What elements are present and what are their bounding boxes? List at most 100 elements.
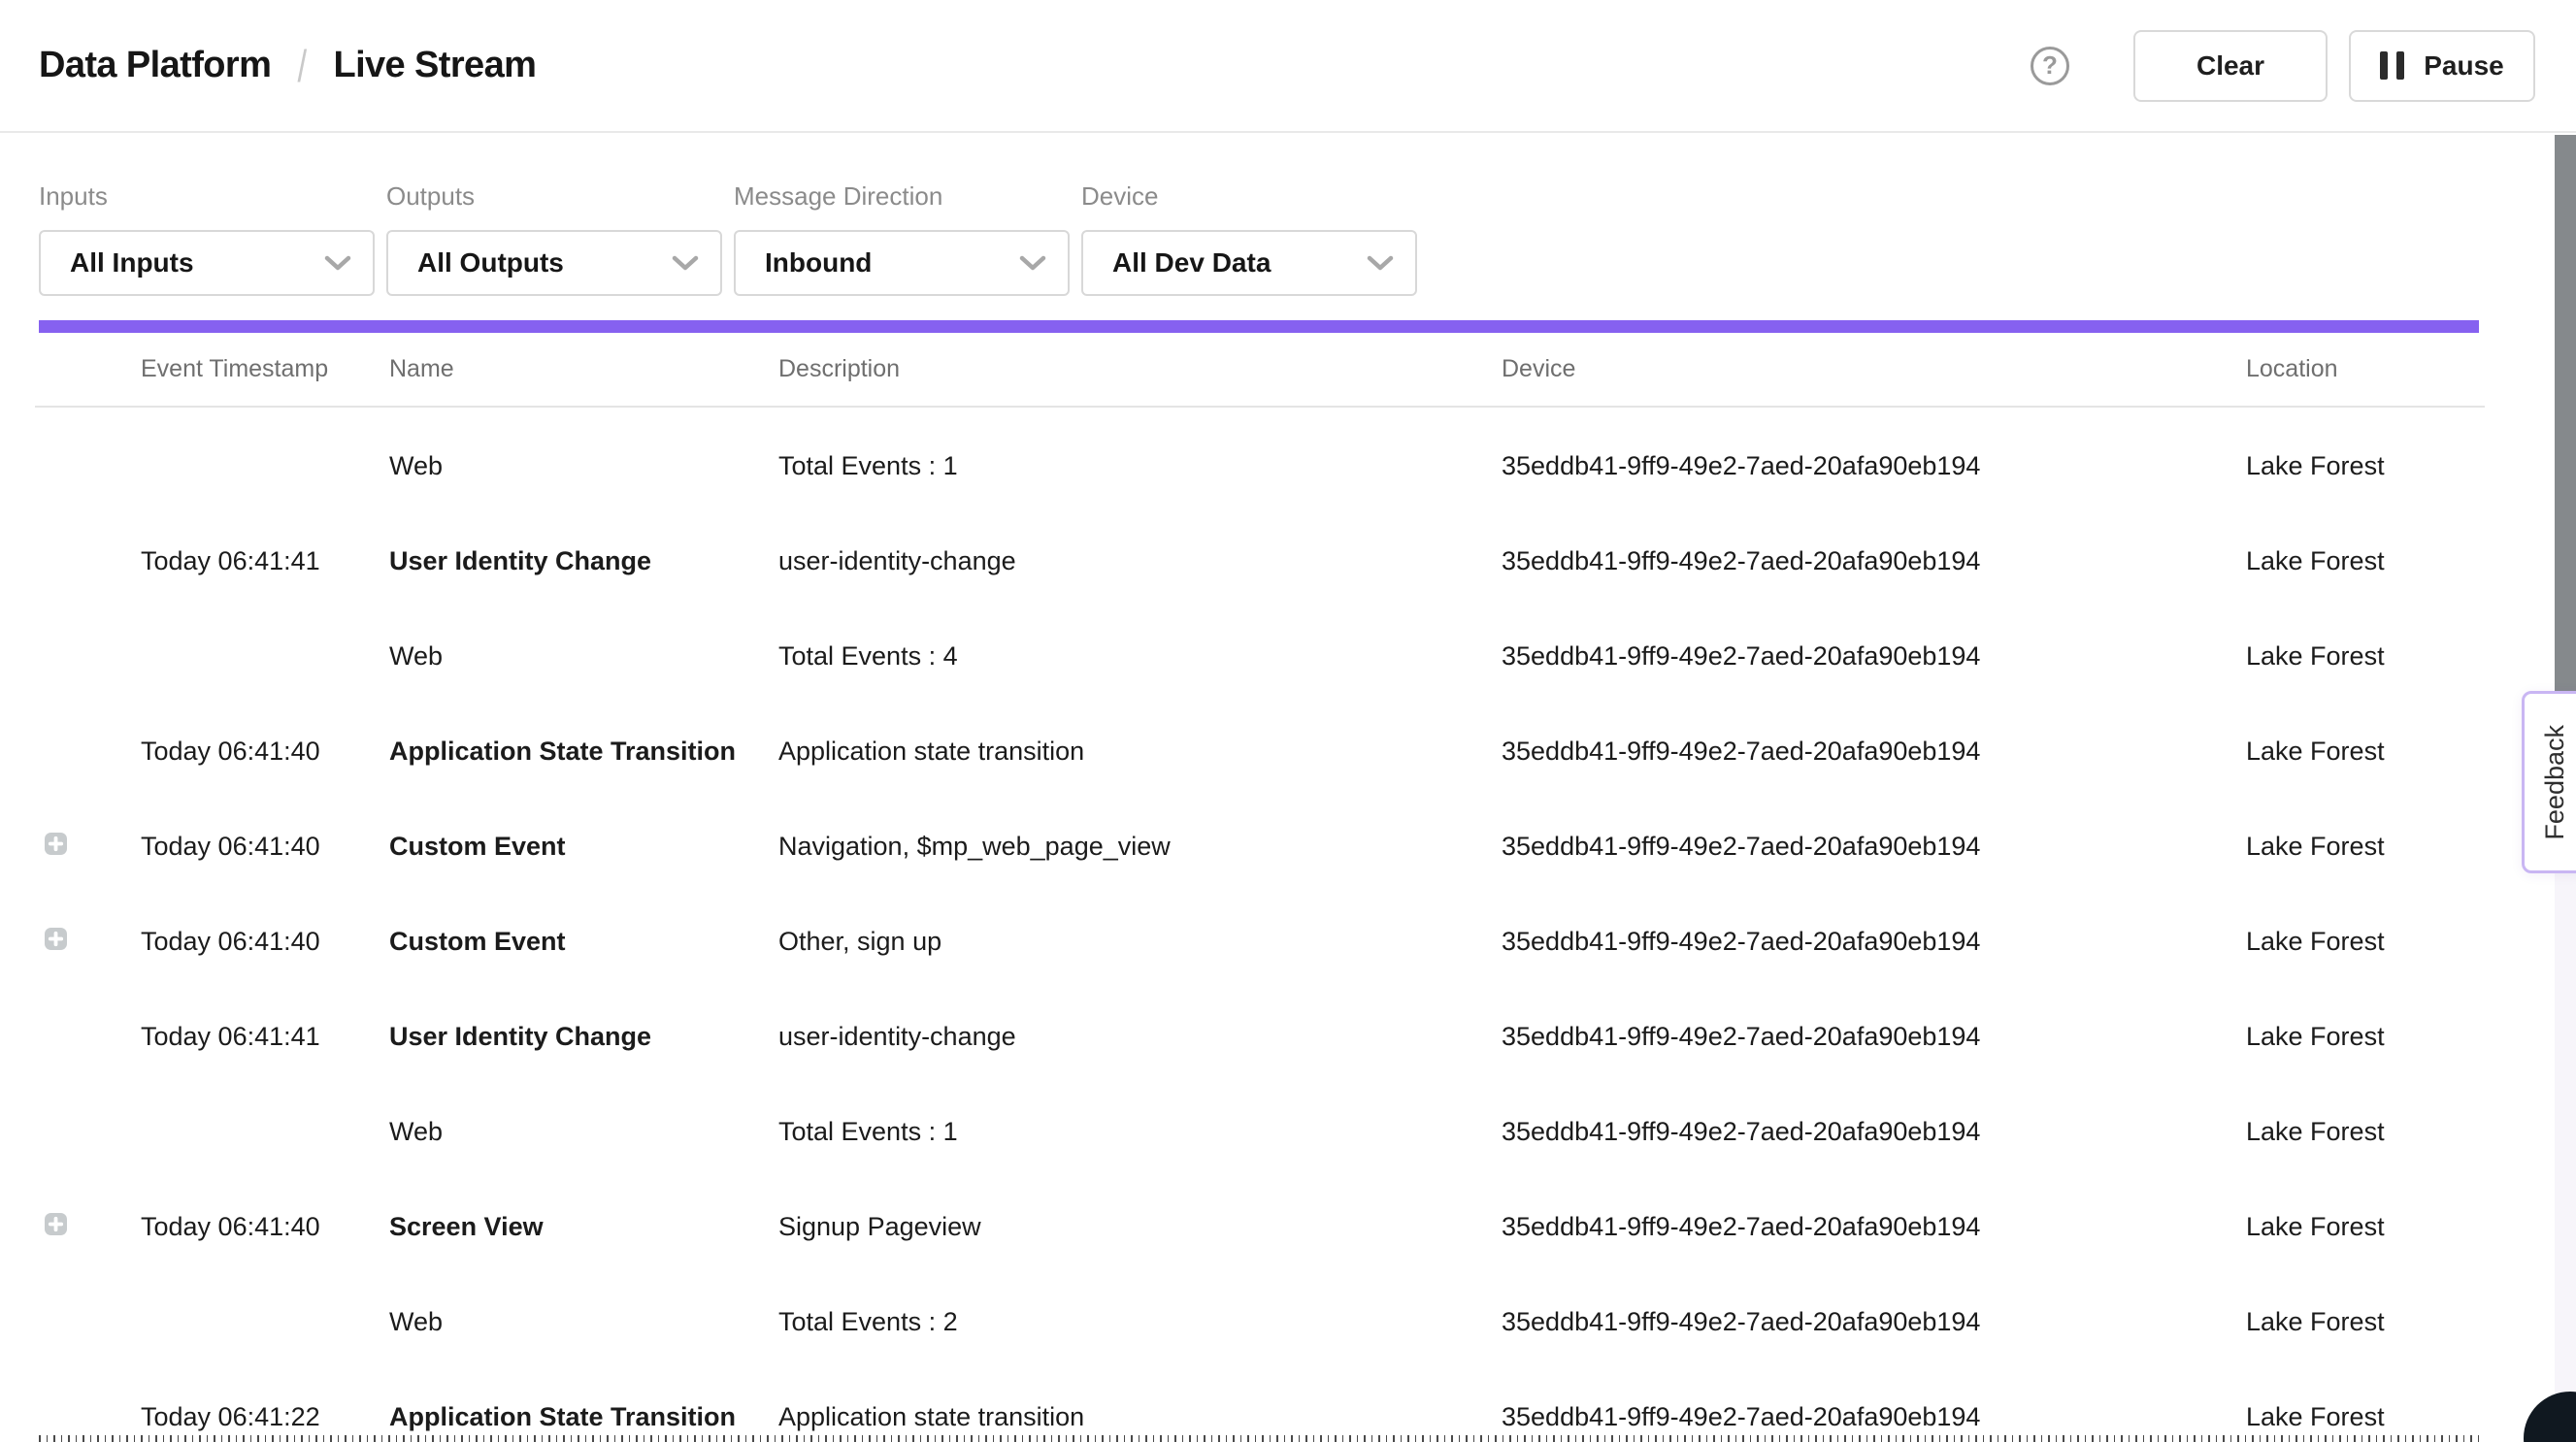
cell-location: Lake Forest — [2246, 451, 2485, 481]
location-column-header: Location — [2246, 355, 2485, 383]
cell-device: 35eddb41-9ff9-49e2-7aed-20afa90eb194 — [1502, 1307, 2246, 1337]
outputs-filter-value: All Outputs — [417, 247, 564, 279]
plus-icon — [45, 833, 67, 855]
cell-description: Other, sign up — [778, 927, 1502, 957]
stream-progress-bar — [39, 320, 2479, 333]
table-row[interactable]: Today 06:41:41User Identity Changeuser-i… — [35, 513, 2485, 608]
event-table-body: WebTotal Events : 135eddb41-9ff9-49e2-7a… — [35, 408, 2485, 1442]
table-row[interactable]: Today 06:41:41User Identity Changeuser-i… — [35, 989, 2485, 1084]
cell-device: 35eddb41-9ff9-49e2-7aed-20afa90eb194 — [1502, 1212, 2246, 1242]
inputs-filter-label: Inputs — [39, 181, 375, 212]
chevron-down-icon — [1019, 255, 1046, 272]
message-direction-filter-label: Message Direction — [734, 181, 1070, 212]
table-row[interactable]: WebTotal Events : 135eddb41-9ff9-49e2-7a… — [35, 1084, 2485, 1179]
cell-location: Lake Forest — [2246, 1117, 2485, 1147]
outputs-filter-dropdown[interactable]: All Outputs — [386, 230, 722, 296]
cell-event-timestamp: Today 06:41:41 — [141, 1022, 389, 1052]
filter-group-device: Device All Dev Data — [1081, 181, 1417, 296]
table-row[interactable]: Today 06:41:40Screen ViewSignup Pageview… — [35, 1179, 2485, 1274]
filter-group-inputs: Inputs All Inputs — [39, 181, 375, 296]
cell-device: 35eddb41-9ff9-49e2-7aed-20afa90eb194 — [1502, 927, 2246, 957]
cell-location: Lake Forest — [2246, 737, 2485, 767]
table-row[interactable]: WebTotal Events : 235eddb41-9ff9-49e2-7a… — [35, 1274, 2485, 1369]
device-column-header: Device — [1502, 355, 2246, 383]
header-actions: ? Clear Pause — [2031, 30, 2535, 102]
expand-button[interactable] — [45, 833, 67, 855]
cell-name: Screen View — [389, 1212, 778, 1242]
cell-location: Lake Forest — [2246, 546, 2485, 576]
table-row[interactable]: WebTotal Events : 135eddb41-9ff9-49e2-7a… — [35, 418, 2485, 513]
device-filter-label: Device — [1081, 181, 1417, 212]
expand-cell — [35, 927, 141, 957]
cell-event-timestamp: Today 06:41:22 — [141, 1402, 389, 1432]
chevron-down-icon — [1367, 255, 1394, 272]
table-row[interactable]: WebTotal Events : 435eddb41-9ff9-49e2-7a… — [35, 608, 2485, 704]
cell-device: 35eddb41-9ff9-49e2-7aed-20afa90eb194 — [1502, 451, 2246, 481]
cell-location: Lake Forest — [2246, 1022, 2485, 1052]
cell-location: Lake Forest — [2246, 1212, 2485, 1242]
outputs-filter-label: Outputs — [386, 181, 722, 212]
live-stream-page: Data Platform / Live Stream ? Clear Paus… — [0, 0, 2576, 1442]
cell-name: User Identity Change — [389, 1022, 778, 1052]
cell-name: Web — [389, 1117, 778, 1147]
expand-cell — [35, 1212, 141, 1242]
message-direction-filter-dropdown[interactable]: Inbound — [734, 230, 1070, 296]
cell-location: Lake Forest — [2246, 641, 2485, 672]
feedback-tab-label: Feedback — [2540, 725, 2570, 840]
events-table: Event Timestamp Name Description Device … — [35, 333, 2485, 1442]
cell-event-timestamp: Today 06:41:41 — [141, 546, 389, 576]
cell-name: Web — [389, 641, 778, 672]
cell-device: 35eddb41-9ff9-49e2-7aed-20afa90eb194 — [1502, 1022, 2246, 1052]
table-row[interactable]: Today 06:41:22Application State Transiti… — [35, 1369, 2485, 1442]
cell-description: Total Events : 1 — [778, 1117, 1502, 1147]
help-icon[interactable]: ? — [2031, 47, 2069, 85]
inputs-filter-dropdown[interactable]: All Inputs — [39, 230, 375, 296]
plus-icon — [45, 1213, 67, 1235]
cell-device: 35eddb41-9ff9-49e2-7aed-20afa90eb194 — [1502, 737, 2246, 767]
cell-name: Application State Transition — [389, 1402, 778, 1432]
cell-name: Application State Transition — [389, 737, 778, 767]
breadcrumb-item-data-platform[interactable]: Data Platform — [39, 45, 271, 86]
expand-button[interactable] — [45, 1213, 67, 1235]
cell-event-timestamp: Today 06:41:40 — [141, 1212, 389, 1242]
cell-device: 35eddb41-9ff9-49e2-7aed-20afa90eb194 — [1502, 832, 2246, 862]
cell-description: user-identity-change — [778, 546, 1502, 576]
device-filter-dropdown[interactable]: All Dev Data — [1081, 230, 1417, 296]
cell-location: Lake Forest — [2246, 1307, 2485, 1337]
clear-button[interactable]: Clear — [2133, 30, 2328, 102]
cell-description: Total Events : 4 — [778, 641, 1502, 672]
table-row[interactable]: Today 06:41:40Custom EventNavigation, $m… — [35, 799, 2485, 894]
cell-event-timestamp: Today 06:41:40 — [141, 832, 389, 862]
chevron-down-icon — [672, 255, 699, 272]
cell-description: Total Events : 2 — [778, 1307, 1502, 1337]
filter-group-message-direction: Message Direction Inbound — [734, 181, 1070, 296]
name-column-header: Name — [389, 355, 778, 383]
cell-event-timestamp: Today 06:41:40 — [141, 927, 389, 957]
filters-bar: Inputs All Inputs Outputs All Outputs Me… — [0, 133, 2576, 296]
cell-device: 35eddb41-9ff9-49e2-7aed-20afa90eb194 — [1502, 546, 2246, 576]
expand-cell — [35, 832, 141, 862]
device-filter-value: All Dev Data — [1112, 247, 1271, 279]
cell-description: Total Events : 1 — [778, 451, 1502, 481]
table-header-row: Event Timestamp Name Description Device … — [35, 333, 2485, 408]
event-timestamp-column-header: Event Timestamp — [141, 355, 389, 383]
feedback-tab[interactable]: Feedback — [2522, 691, 2576, 873]
inputs-filter-value: All Inputs — [70, 247, 194, 279]
cell-name: Web — [389, 1307, 778, 1337]
pause-icon — [2380, 51, 2404, 80]
cell-name: Web — [389, 451, 778, 481]
cell-device: 35eddb41-9ff9-49e2-7aed-20afa90eb194 — [1502, 1117, 2246, 1147]
pause-button-label: Pause — [2424, 50, 2504, 82]
cell-description: Application state transition — [778, 737, 1502, 767]
table-row[interactable]: Today 06:41:40Application State Transiti… — [35, 704, 2485, 799]
pause-button[interactable]: Pause — [2349, 30, 2535, 102]
expand-button[interactable] — [45, 928, 67, 950]
cell-name: User Identity Change — [389, 546, 778, 576]
filter-group-outputs: Outputs All Outputs — [386, 181, 722, 296]
plus-icon — [45, 928, 67, 950]
description-column-header: Description — [778, 355, 1502, 383]
cell-location: Lake Forest — [2246, 832, 2485, 862]
breadcrumb-item-live-stream: Live Stream — [333, 45, 536, 86]
chat-bubble-button[interactable] — [2524, 1392, 2576, 1442]
table-row[interactable]: Today 06:41:40Custom EventOther, sign up… — [35, 894, 2485, 989]
